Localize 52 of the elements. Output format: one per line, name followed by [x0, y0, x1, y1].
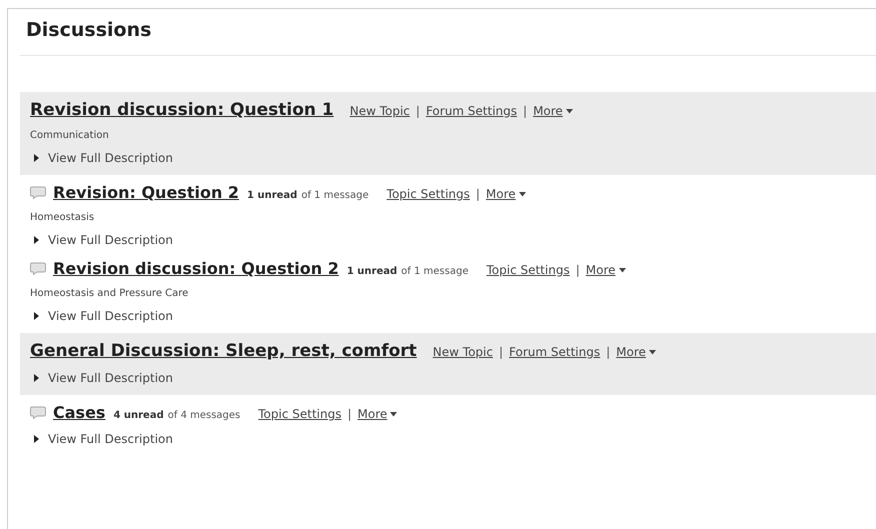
triangle-right-icon	[34, 154, 39, 162]
settings-link[interactable]: Forum Settings	[509, 345, 600, 359]
description-text: Homeostasis and Pressure Care	[30, 288, 190, 299]
more-menu-link[interactable]: More	[486, 187, 526, 201]
caret-down-icon	[566, 108, 573, 114]
view-description-toggle[interactable]: View Full Description	[34, 151, 866, 165]
caret-down-icon	[618, 268, 626, 272]
more-menu-link[interactable]: More	[358, 407, 398, 421]
settings-link[interactable]: Forum Settings	[426, 104, 518, 118]
separator: |	[347, 407, 352, 421]
caret-down-icon	[518, 192, 526, 196]
triangle-right-icon	[34, 236, 39, 244]
more-menu-link[interactable]: More	[533, 104, 573, 118]
separator: |	[416, 104, 420, 118]
forum-title-link[interactable]: Revision discussion: Question 1	[30, 100, 334, 120]
speech-bubble-icon	[30, 406, 46, 419]
unread-count: 4 unread	[113, 410, 164, 421]
more-menu-link[interactable]: More	[616, 345, 656, 359]
topic-title-link[interactable]: Revision discussion: Question 2	[53, 259, 339, 278]
topic-title-link[interactable]: Revision: Question 2	[53, 183, 240, 202]
settings-link[interactable]: New Topic	[432, 345, 493, 359]
page-heading: Discussions	[26, 19, 152, 41]
message-count: of 1 message	[301, 190, 369, 201]
caret-down-icon	[648, 350, 656, 354]
speech-bubble-icon	[30, 262, 46, 275]
settings-link[interactable]: New Topic	[350, 104, 410, 118]
separator: |	[476, 187, 480, 201]
unread-count: 1 unread	[346, 266, 398, 277]
speech-bubble-icon	[30, 186, 46, 199]
more-menu-link[interactable]: More	[586, 263, 626, 277]
message-count: of 4 messages	[168, 410, 240, 421]
separator: |	[523, 104, 528, 118]
separator: |	[576, 263, 580, 277]
message-count: of 1 message	[401, 266, 468, 277]
settings-link[interactable]: Topic Settings	[386, 187, 470, 201]
triangle-right-icon	[34, 312, 39, 320]
unread-count: 1 unread	[247, 190, 298, 201]
caret-down-icon	[390, 412, 398, 416]
separator: |	[606, 345, 610, 359]
view-description-toggle[interactable]: View Full Description	[34, 371, 866, 385]
separator: |	[498, 345, 504, 359]
view-description-toggle[interactable]: View Full Description	[34, 432, 866, 446]
view-description-toggle[interactable]: View Full Description	[34, 233, 866, 247]
topic-title-link[interactable]: Cases	[53, 403, 106, 422]
triangle-right-icon	[34, 374, 39, 382]
triangle-right-icon	[34, 435, 39, 443]
settings-link[interactable]: Topic Settings	[486, 263, 570, 277]
view-description-toggle[interactable]: View Full Description	[34, 309, 866, 323]
forum-title-link[interactable]: General Discussion: Sleep, rest, comfort	[30, 341, 417, 361]
settings-link[interactable]: Topic Settings	[258, 407, 342, 421]
description-text: Communication	[30, 130, 110, 141]
description-text: Homeostasis	[30, 212, 96, 223]
